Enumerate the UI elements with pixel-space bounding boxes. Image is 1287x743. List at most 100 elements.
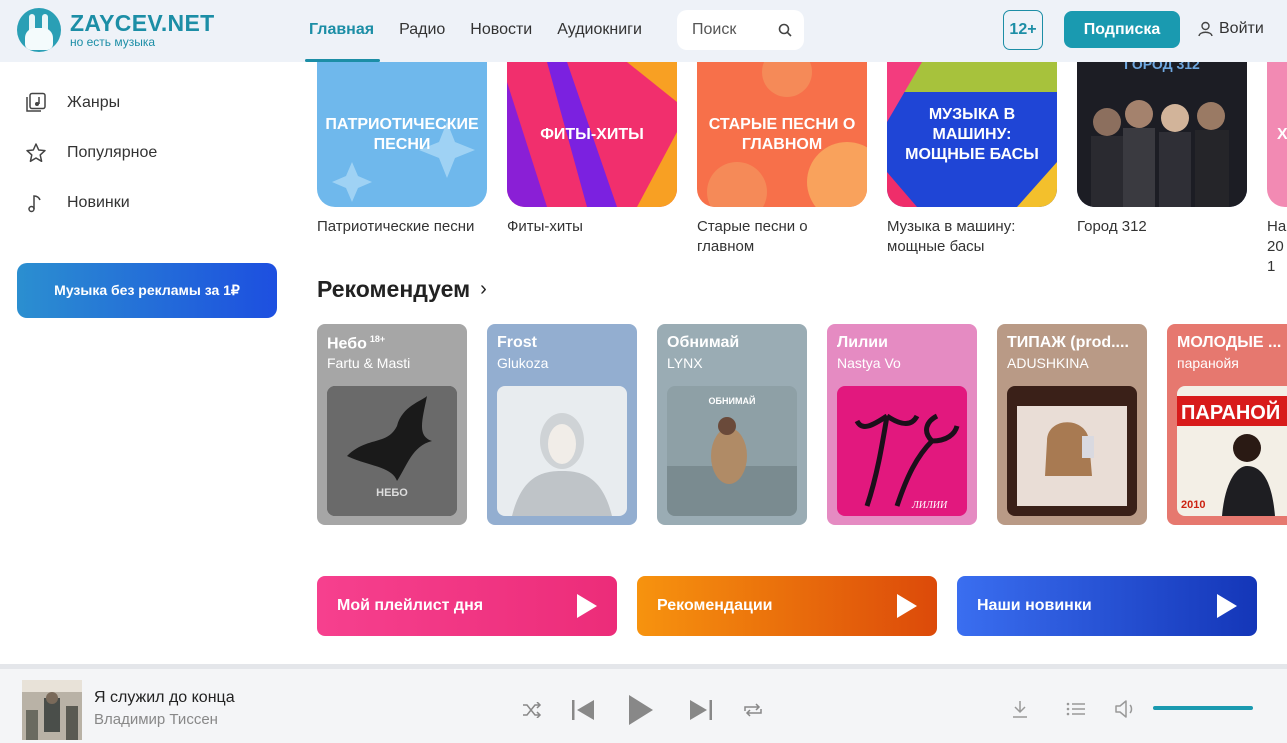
search-icon[interactable] <box>778 23 792 37</box>
track-artist: LYNX <box>667 355 703 371</box>
our-new-releases-button[interactable]: Наши новинки <box>957 576 1257 636</box>
volume-slider[interactable] <box>1153 706 1253 710</box>
playlist-card[interactable]: МУЗЫКА В МАШИНУ: МОЩНЫЕ БАСЫ Музыка в ма… <box>887 62 1057 257</box>
svg-text:ЛИЛИИ: ЛИЛИИ <box>911 500 948 511</box>
quick-button-label: Наши новинки <box>977 597 1092 614</box>
playlist-cover: ГОРОД 312 <box>1077 62 1247 207</box>
svg-text:НЕБО: НЕБО <box>376 487 408 499</box>
recommend-card[interactable]: Небо 18+ Fartu & Masti НЕБО <box>317 324 467 525</box>
playlist-caption: Город 312 <box>1077 218 1147 235</box>
nav-audiobooks[interactable]: Аудиокниги <box>557 0 642 62</box>
play-icon[interactable] <box>627 693 655 727</box>
play-icon <box>577 594 597 618</box>
recommend-title: Рекомендуем <box>317 276 471 302</box>
my-daily-playlist-button[interactable]: Мой плейлист дня <box>317 576 617 636</box>
previous-track-icon[interactable] <box>571 699 595 721</box>
sidebar-item-new[interactable]: Новинки <box>25 192 130 214</box>
volume-icon[interactable] <box>1114 699 1138 719</box>
now-playing-artist[interactable]: Владимир Тиссен <box>94 711 218 728</box>
now-playing-cover[interactable] <box>22 680 82 740</box>
playlist-cover-text: ФИТЫ-ХИТЫ <box>540 125 644 143</box>
play-icon <box>897 594 917 618</box>
sidebar-item-label: Популярное <box>67 144 158 161</box>
recommend-card[interactable]: Frost Glukoza <box>487 324 637 525</box>
playlist-cover-text: МУЗЫКА В МАШИНУ: МОЩНЫЕ БАСЫ <box>905 105 1039 163</box>
playlist-cover: МУЗЫКА В МАШИНУ: МОЩНЫЕ БАСЫ <box>887 62 1057 207</box>
playlist-caption: На 201 <box>1267 218 1287 275</box>
svg-text:ОБНИМАЙ: ОБНИМАЙ <box>709 395 756 406</box>
shuffle-icon[interactable] <box>522 702 542 718</box>
no-ads-promo-button[interactable]: Музыка без рекламы за 1₽ <box>17 263 277 318</box>
playlist-caption: Музыка в машину: мощные басы <box>887 218 1016 255</box>
playlist-cover-text: СТАРЫЕ ПЕСНИ О ГЛАВНОМ <box>708 115 856 153</box>
playlist-cover-text: Х <box>1277 125 1287 143</box>
login-button[interactable]: Войти <box>1198 20 1264 38</box>
track-title: ТИПАЖ (prod.... <box>1007 334 1129 351</box>
nav-home[interactable]: Главная <box>304 0 381 62</box>
album-art: ОБНИМАЙ <box>667 386 797 516</box>
search-input[interactable] <box>692 21 777 39</box>
track-title: Лилии <box>837 334 888 351</box>
repeat-icon[interactable] <box>743 702 763 718</box>
album-art: ПАРАНОЙ 2010 <box>1177 386 1287 516</box>
recommend-card[interactable]: МОЛОДЫЕ ... паранойя ПАРАНОЙ 2010 <box>1167 324 1287 525</box>
sidebar-item-popular[interactable]: Популярное <box>25 142 157 164</box>
track-title: Frost <box>497 334 537 351</box>
sidebar-item-label: Жанры <box>67 94 121 111</box>
playlist-queue-icon[interactable] <box>1066 702 1086 716</box>
track-artist: паранойя <box>1177 355 1239 371</box>
playlist-cover: ФИТЫ-ХИТЫ <box>507 62 677 207</box>
album-art <box>1007 386 1137 516</box>
genres-icon <box>26 92 46 112</box>
playlist-card[interactable]: ПАТРИОТИЧЕСКИЕ ПЕСНИ Патриотические песн… <box>317 62 487 237</box>
playlist-card[interactable]: Х На 201 <box>1267 62 1287 277</box>
playlist-caption: Фиты-хиты <box>507 218 583 235</box>
playlist-cover: Х <box>1267 62 1287 207</box>
nav-news[interactable]: Новости <box>470 0 532 62</box>
next-track-icon[interactable] <box>689 699 713 721</box>
login-label: Войти <box>1219 20 1264 37</box>
logo-title: ZAYCEV.NET <box>70 10 215 36</box>
svg-text:ПАРАНОЙ: ПАРАНОЙ <box>1181 400 1280 424</box>
play-icon <box>1217 594 1237 618</box>
chevron-right-icon: › <box>480 278 487 300</box>
recommend-section-title[interactable]: Рекомендуем › <box>317 276 487 303</box>
recommendations-button[interactable]: Рекомендации <box>637 576 937 636</box>
logo[interactable]: ZAYCEV.NET но есть музыка <box>17 8 214 52</box>
playlist-caption: Старые песни о главном <box>697 218 808 255</box>
recommend-card[interactable]: Обнимай LYNX ОБНИМАЙ <box>657 324 807 525</box>
main-nav: Главная Радио Новости Аудиокниги <box>304 0 667 62</box>
subscribe-button[interactable]: Подписка <box>1064 11 1180 48</box>
nav-radio[interactable]: Радио <box>399 0 445 62</box>
track-artist: ADUSHKINA <box>1007 355 1089 371</box>
logo-hare-icon <box>17 8 61 52</box>
recommend-card[interactable]: Лилии Nastya Vo ЛИЛИИ <box>827 324 977 525</box>
playlist-card[interactable]: ФИТЫ-ХИТЫ Фиты-хиты <box>507 62 677 237</box>
track-title: Обнимай <box>667 334 740 351</box>
playlist-cover-text: ГОРОД 312 <box>1124 62 1200 72</box>
svg-text:2010: 2010 <box>1181 499 1205 511</box>
track-artist: Fartu & Masti <box>327 355 411 371</box>
playlist-cover: СТАРЫЕ ПЕСНИ О ГЛАВНОМ <box>697 62 867 207</box>
sidebar-item-genres[interactable]: Жанры <box>25 92 120 114</box>
player-bar: Я служил до конца Владимир Тиссен <box>0 664 1287 743</box>
track-artist: Nastya Vo <box>837 355 901 371</box>
album-art <box>497 386 627 516</box>
age-rating-badge: 12+ <box>1003 10 1043 50</box>
download-icon[interactable] <box>1012 700 1028 718</box>
track-title: Небо 18+ <box>327 334 386 353</box>
recommend-card[interactable]: ТИПАЖ (prod.... ADUSHKINA <box>997 324 1147 525</box>
playlist-card[interactable]: ГОРОД 312 Город 312 <box>1077 62 1247 237</box>
quick-button-label: Рекомендации <box>657 597 773 614</box>
search-box <box>677 10 804 50</box>
playlist-caption: Патриотические песни <box>317 218 475 235</box>
playlist-cover: ПАТРИОТИЧЕСКИЕ ПЕСНИ <box>317 62 487 207</box>
star-icon <box>26 143 46 163</box>
logo-subtitle: но есть музыка <box>70 35 156 49</box>
sidebar-item-label: Новинки <box>67 194 130 211</box>
track-title: МОЛОДЫЕ ... <box>1177 334 1282 351</box>
note-icon <box>28 195 41 213</box>
album-art: ЛИЛИИ <box>837 386 967 516</box>
playlist-card[interactable]: СТАРЫЕ ПЕСНИ О ГЛАВНОМ Старые песни о гл… <box>697 62 867 257</box>
quick-button-label: Мой плейлист дня <box>337 597 484 614</box>
